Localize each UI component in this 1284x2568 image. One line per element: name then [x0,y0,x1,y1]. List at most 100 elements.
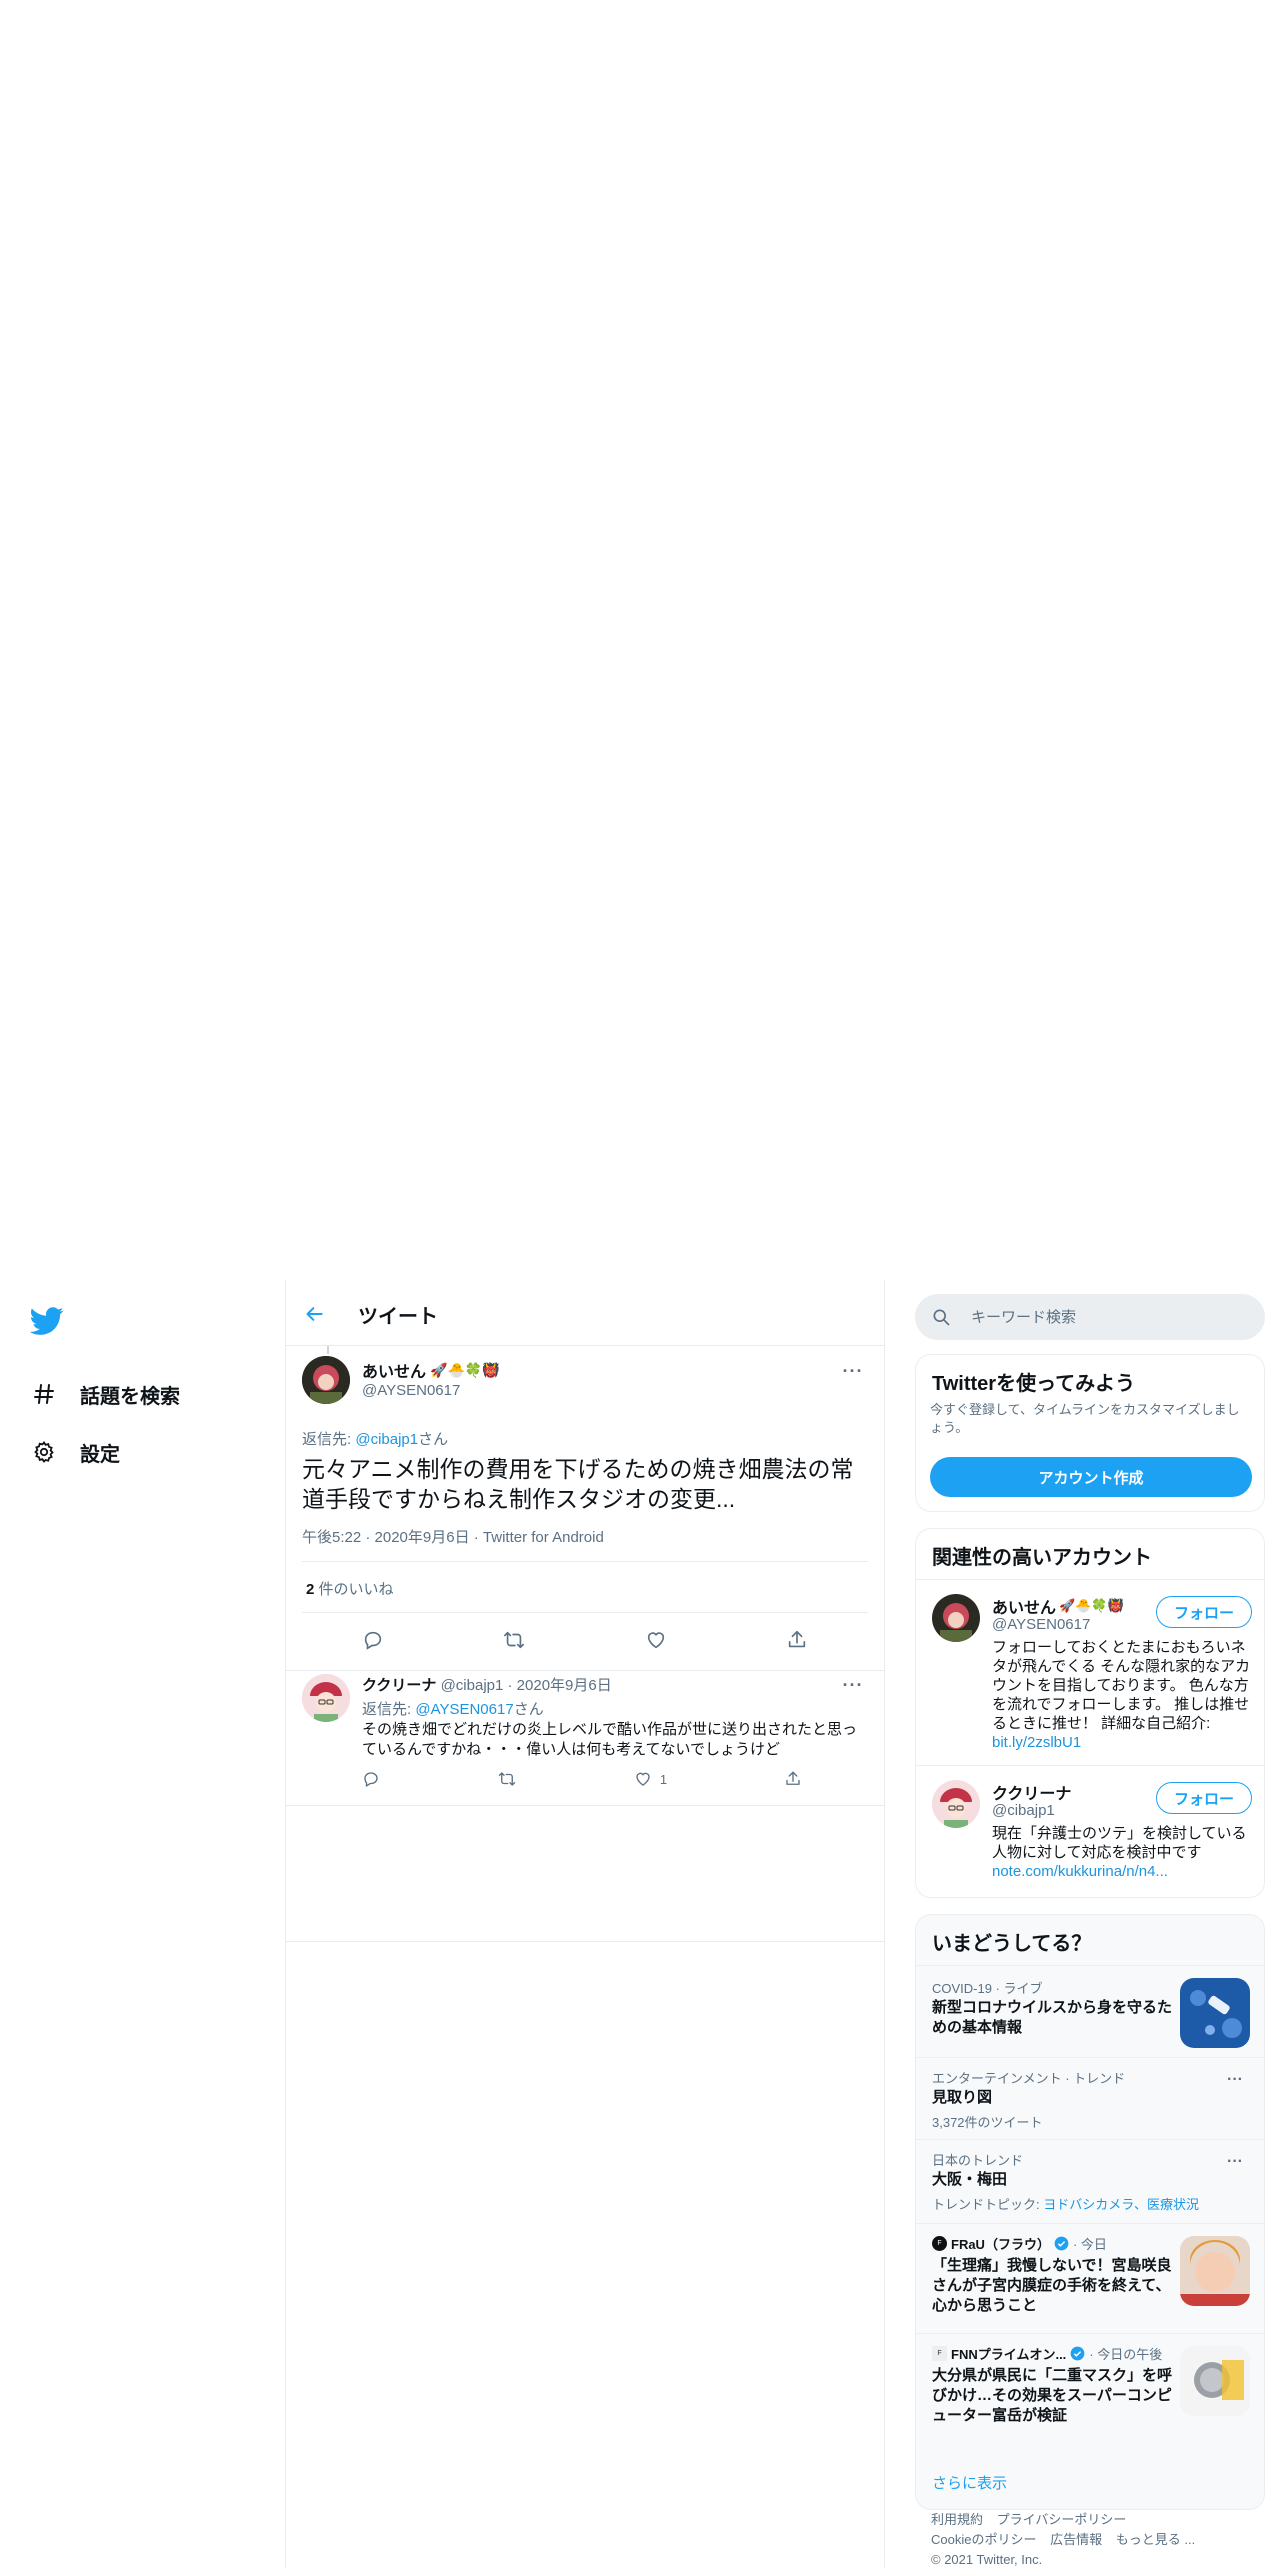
reply-to-link[interactable]: @AYSEN0617 [415,1701,513,1718]
trend-topics-prefix: トレンドトピック: [932,2197,1044,2212]
reply-text: その焼き畑でどれだけの炎上レベルで酷い作品が世に送り出されたと思っているんですか… [362,1721,858,1758]
more-options-button[interactable]: ··· [838,1360,868,1382]
trend-item[interactable]: F FRaU（フラウ） · 今日 「生理痛」我慢しないで！宮島咲良さんが子宮内膜… [916,2223,1264,2333]
reply-to-suffix: さん [418,1431,449,1448]
nav-settings[interactable]: 設定 [30,1432,120,1472]
trend-category: 日本のトレンド [932,2153,1024,2168]
retweet-button[interactable] [496,1622,532,1658]
twitter-logo-icon[interactable] [29,1304,64,1338]
trend-item[interactable]: COVID-19 · ライブ 新型コロナウイルスから身を守るための基本情報 [916,1965,1264,2057]
footer-link-privacy[interactable]: プライバシーポリシー [997,2512,1127,2527]
related-account[interactable]: あいせん 🚀🐣🍀👹 @AYSEN0617 フォロー フォローしておくとたまにおも… [916,1579,1264,1765]
trend-more-button[interactable]: ··· [1220,2070,1250,2090]
avatar[interactable] [932,1780,980,1828]
nav-explore-label: 話題を検索 [80,1385,180,1408]
emoji-decoration: 🚀🐣🍀👹 [430,1361,500,1378]
reply-button[interactable] [362,1770,380,1788]
back-button[interactable] [298,1297,332,1331]
trend-title: 「生理痛」我慢しないで！宮島咲良さんが子宮内膜症の手術を終えて、心から思うこと [932,2257,1172,2314]
footer: 利用規約 プライバシーポリシー Cookieのポリシー 広告情報 もっと見る .… [931,2510,1261,2568]
related-account[interactable]: ククリーナ @cibajp1 フォロー 現在「弁護士のツテ」を検討している人物に… [916,1765,1264,1897]
likes-count-row[interactable]: 2 件のいいね [306,1578,394,1599]
show-more-link[interactable]: さらに表示 [932,2472,1007,2493]
trend-category: COVID-19 · ライブ [932,1981,1043,1996]
footer-link-cookies[interactable]: Cookieのポリシー [931,2532,1036,2547]
like-button[interactable]: 1 [634,1770,667,1788]
footer-link-terms[interactable]: 利用規約 [931,2512,983,2527]
search-box[interactable] [915,1294,1265,1340]
reply-to-line: 返信先: @cibajp1さん [302,1428,448,1449]
share-button[interactable] [779,1622,815,1658]
blank-area [0,0,1284,1280]
divider [302,1561,868,1562]
reply-author-name[interactable]: ククリーナ [362,1677,436,1694]
reply-handle-date: @cibajp1 · 2020年9月6日 [436,1677,612,1694]
page-title: ツイート [358,1306,438,1328]
follow-button[interactable]: フォロー [1156,1782,1252,1814]
focused-tweet: あいせん 🚀🐣🍀👹 @AYSEN0617 ··· 返信先: @cibajp1さん… [286,1346,884,1942]
reply-header: ククリーナ @cibajp1 · 2020年9月6日 [362,1674,612,1695]
related-accounts-card: 関連性の高いアカウント あいせん 🚀🐣🍀👹 @AYSEN0617 フォロー フォ… [915,1528,1265,1898]
trend-source: F FNNプライムオン... · 今日の午後 [932,2344,1162,2363]
reply-icon [364,1772,378,1787]
avatar[interactable] [932,1594,980,1642]
main-header: ツイート [286,1280,884,1346]
trend-more-button[interactable]: ··· [1220,2152,1250,2172]
reply-button[interactable] [355,1622,391,1658]
tweet-action-bar [302,1622,868,1658]
share-icon [789,1630,806,1648]
heart-icon [636,1772,650,1786]
reply-to-line: 返信先: @AYSEN0617さん [362,1698,544,1719]
reply-to-suffix: さん [513,1701,544,1718]
reply-to-link[interactable]: @cibajp1 [355,1431,418,1448]
nav-explore[interactable]: 話題を検索 [30,1374,180,1414]
follow-button[interactable]: フォロー [1156,1596,1252,1628]
retweet-icon [498,1772,516,1786]
tweet-timestamp[interactable]: 午後5:22 · 2020年9月6日 · Twitter for Android [302,1526,604,1547]
left-navigation: 話題を検索 設定 [0,1280,285,2568]
trend-title: 大阪・梅田 [932,2171,1008,2188]
avatar[interactable] [302,1356,350,1404]
arrow-left-icon [306,1307,323,1321]
trend-thumbnail [1180,2346,1250,2416]
bio-link[interactable]: bit.ly/2zslbU1 [992,1734,1081,1751]
trend-item[interactable]: エンターテインメント · トレンド 見取り図 3,372件のツイート ··· [916,2057,1264,2139]
search-icon [933,1309,950,1326]
bio-link[interactable]: note.com/kukkurina/n/n4... [992,1863,1168,1880]
create-account-button[interactable]: アカウント作成 [930,1457,1252,1497]
source-logo-icon: F [932,2236,947,2251]
author-name-text: あいせん [362,1364,427,1381]
related-account-name: あいせん 🚀🐣🍀👹 [992,1594,1124,1618]
verified-badge-icon [1070,2346,1085,2361]
like-button[interactable] [638,1622,674,1658]
more-options-button[interactable]: ··· [838,1674,868,1696]
footer-link-more[interactable]: もっと見る ... [1116,2532,1195,2547]
source-time: · 今日の午後 [1089,2347,1163,2362]
reply-to-prefix: 返信先: [302,1431,356,1448]
right-sidebar: Twitterを使ってみよう 今すぐ登録して、タイムラインをカスタマイズしましょ… [915,1280,1265,2568]
signup-card: Twitterを使ってみよう 今すぐ登録して、タイムラインをカスタマイズしましょ… [915,1354,1265,1512]
copyright: © 2021 Twitter, Inc. [931,2552,1043,2567]
retweet-button[interactable] [497,1770,517,1788]
trend-source: F FRaU（フラウ） · 今日 [932,2234,1107,2253]
retweet-icon [504,1631,525,1649]
likes-label: 件のいいね [314,1581,394,1598]
trend-title: 見取り図 [932,2089,993,2106]
reply-tweet[interactable]: ククリーナ @cibajp1 · 2020年9月6日 ··· 返信先: @AYS… [286,1662,884,1806]
share-icon [786,1771,800,1785]
author-handle[interactable]: @AYSEN0617 [362,1382,460,1399]
author-name[interactable]: あいせん 🚀🐣🍀👹 [362,1358,500,1382]
reply-icon [364,1631,381,1650]
footer-links-row-1: 利用規約 プライバシーポリシー [931,2510,1261,2530]
trend-topics-links[interactable]: ヨドバシカメラ、医療状況 [1043,2197,1199,2212]
related-account-bio: 現在「弁護士のツテ」を検討している人物に対して対応を検討中です note.com… [992,1824,1254,1881]
trends-title: いまどうしてる？ [932,1933,1092,1955]
avatar[interactable] [302,1674,350,1722]
trends-card: いまどうしてる？ COVID-19 · ライブ 新型コロナウイルスから身を守るた… [915,1914,1265,2510]
search-input[interactable] [971,1294,1251,1340]
share-button[interactable] [784,1770,802,1788]
trend-item[interactable]: 日本のトレンド 大阪・梅田 トレンドトピック: ヨドバシカメラ、医療状況 ··· [916,2139,1264,2223]
trend-item[interactable]: F FNNプライムオン... · 今日の午後 大分県が県民に「二重マスク」を呼び… [916,2333,1264,2441]
hashtag-icon [30,1380,58,1408]
footer-link-ads[interactable]: 広告情報 [1050,2532,1102,2547]
